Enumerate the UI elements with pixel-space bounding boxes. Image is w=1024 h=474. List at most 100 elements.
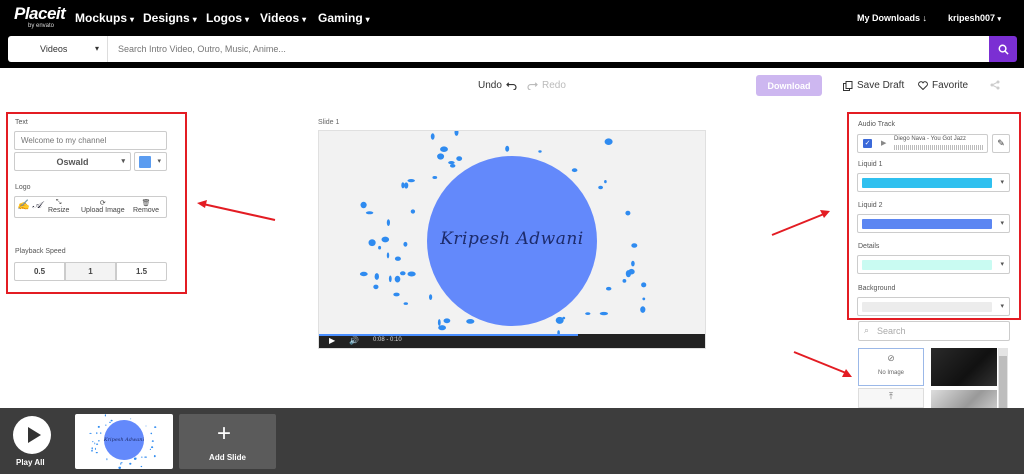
splash-dot: [140, 465, 143, 468]
background-search-placeholder: Search: [877, 326, 906, 336]
logo-signature-icon[interactable]: ✍ 𝒜: [17, 200, 42, 211]
play-icon[interactable]: ▶: [329, 336, 335, 345]
liquid2-label: Liquid 2: [858, 202, 883, 209]
refresh-icon: ⟳: [99, 200, 106, 207]
splash-dot: [505, 145, 510, 152]
text-color-select[interactable]: ▾: [134, 152, 167, 171]
thumbnail-title: Kripesh Adwani: [103, 437, 145, 443]
nav-gaming[interactable]: Gaming ▾: [318, 11, 370, 25]
speed-option-1-5[interactable]: 1.5: [116, 262, 167, 281]
chevron-down-icon: ▾: [157, 158, 161, 165]
liquid2-color-select[interactable]: ▾: [857, 214, 1010, 233]
search-category-select[interactable]: Videos ▾: [8, 36, 108, 62]
chevron-down-icon: ▾: [302, 15, 307, 24]
download-label: Download: [767, 80, 811, 91]
liquid1-color-select[interactable]: ▾: [857, 173, 1010, 192]
splash-dot: [401, 182, 405, 189]
video-controls: ▶ 🔊 0:08 - 0:10: [319, 334, 705, 348]
download-button[interactable]: Download: [756, 75, 822, 96]
redo-button[interactable]: Redo: [527, 80, 566, 91]
chevron-down-icon: ▾: [130, 15, 135, 24]
undo-button[interactable]: Undo: [478, 80, 517, 91]
nav-label: Mockups: [75, 11, 128, 25]
save-draft-button[interactable]: Save Draft: [843, 80, 904, 91]
edit-audio-button[interactable]: ✎: [992, 134, 1010, 153]
slide-thumbnail[interactable]: Kripesh Adwani: [75, 414, 173, 469]
background-color-select[interactable]: ▾: [857, 297, 1010, 316]
nav-label: Videos: [260, 11, 300, 25]
splash-dot: [388, 275, 392, 283]
nav-videos[interactable]: Videos ▾: [260, 11, 306, 25]
splash-dot: [97, 425, 99, 428]
logo-label: Logo: [15, 184, 31, 191]
video-preview[interactable]: Kripesh Adwani ▶ 🔊 0:08 - 0:10: [318, 130, 706, 349]
splash-dot: [394, 256, 401, 261]
undo-label: Undo: [478, 80, 502, 91]
splash-dot: [378, 245, 382, 250]
speed-option-1[interactable]: 1: [65, 262, 116, 281]
placeit-logo[interactable]: Placeit by envato: [14, 4, 66, 29]
splash-dot: [106, 458, 108, 461]
add-slide-button[interactable]: + Add Slide: [179, 414, 276, 469]
bg-option-no-image[interactable]: ⊘ No Image: [858, 348, 924, 386]
splash-dot: [109, 421, 111, 423]
splash-dot: [640, 306, 646, 313]
search-button[interactable]: [989, 36, 1017, 62]
splash-dot: [365, 211, 374, 215]
volume-icon[interactable]: 🔊: [349, 336, 359, 345]
splash-dot: [120, 462, 122, 465]
audio-checkbox[interactable]: ✓: [863, 139, 872, 148]
chevron-down-icon: ▾: [365, 15, 370, 24]
splash-dot: [571, 168, 578, 173]
bottom-bar: Play All Kripesh Adwani + Add Slide: [0, 408, 1024, 474]
bg-option-upload[interactable]: ⤒: [858, 388, 924, 408]
brand-sub: by envato: [28, 23, 55, 29]
bg-option-dark-texture[interactable]: [931, 348, 997, 386]
details-label: Details: [858, 243, 880, 250]
favorite-button[interactable]: Favorite: [918, 80, 968, 91]
audio-play-icon[interactable]: ▶: [881, 139, 886, 147]
splash-dot: [440, 146, 448, 152]
splash-dot: [381, 236, 390, 243]
splash-dot: [432, 176, 438, 179]
user-menu[interactable]: kripesh007 ▾: [948, 13, 1001, 23]
splash-dot: [359, 271, 368, 277]
bg-option-grey-texture[interactable]: [931, 390, 997, 410]
speed-option-0-5[interactable]: 0.5: [14, 262, 65, 281]
search-input[interactable]: [118, 36, 978, 62]
chevron-down-icon: ▾: [94, 44, 99, 53]
audio-track-label: Audio Track: [858, 121, 895, 128]
remove-button[interactable]: 🗑 Remove: [133, 199, 159, 214]
splash-dot: [374, 273, 379, 280]
splash-dot: [400, 271, 406, 276]
splash-dot: [410, 209, 416, 214]
upload-label: Upload Image: [81, 207, 125, 214]
text-input[interactable]: [14, 131, 167, 150]
nav-logos[interactable]: Logos ▾: [206, 11, 249, 25]
details-color-select[interactable]: ▾: [857, 255, 1010, 274]
my-downloads-link[interactable]: My Downloads ↓: [857, 13, 927, 23]
upload-image-button[interactable]: ⟳ Upload Image: [81, 199, 125, 214]
play-all-button[interactable]: [13, 416, 51, 454]
share-button[interactable]: [990, 80, 1000, 90]
speed-label: 0.5: [33, 267, 46, 276]
splash-dot: [625, 210, 631, 216]
search-box: Videos ▾: [8, 36, 989, 62]
annotation-arrow-right-top: [771, 210, 830, 236]
splash-dot: [631, 260, 635, 267]
audio-track-name: Diego Nava - You Got Jazz: [894, 136, 967, 142]
background-search-input[interactable]: ⌕ Search: [858, 321, 1010, 341]
nav-designs[interactable]: Designs ▾: [143, 11, 197, 25]
color-swatch: [862, 178, 992, 188]
chevron-down-icon: ▾: [997, 16, 1002, 23]
font-select[interactable]: Oswald ▾: [14, 152, 131, 171]
splash-dot: [104, 414, 106, 417]
splash-dot: [404, 182, 409, 189]
scrollbar-thumb[interactable]: [999, 356, 1007, 414]
splash-dot: [622, 279, 627, 283]
resize-button[interactable]: ⤡ Resize: [48, 199, 69, 214]
splash-dot: [118, 466, 121, 469]
username: kripesh007: [948, 13, 996, 23]
nav-mockups[interactable]: Mockups ▾: [75, 11, 134, 25]
splash-dot: [438, 325, 446, 331]
